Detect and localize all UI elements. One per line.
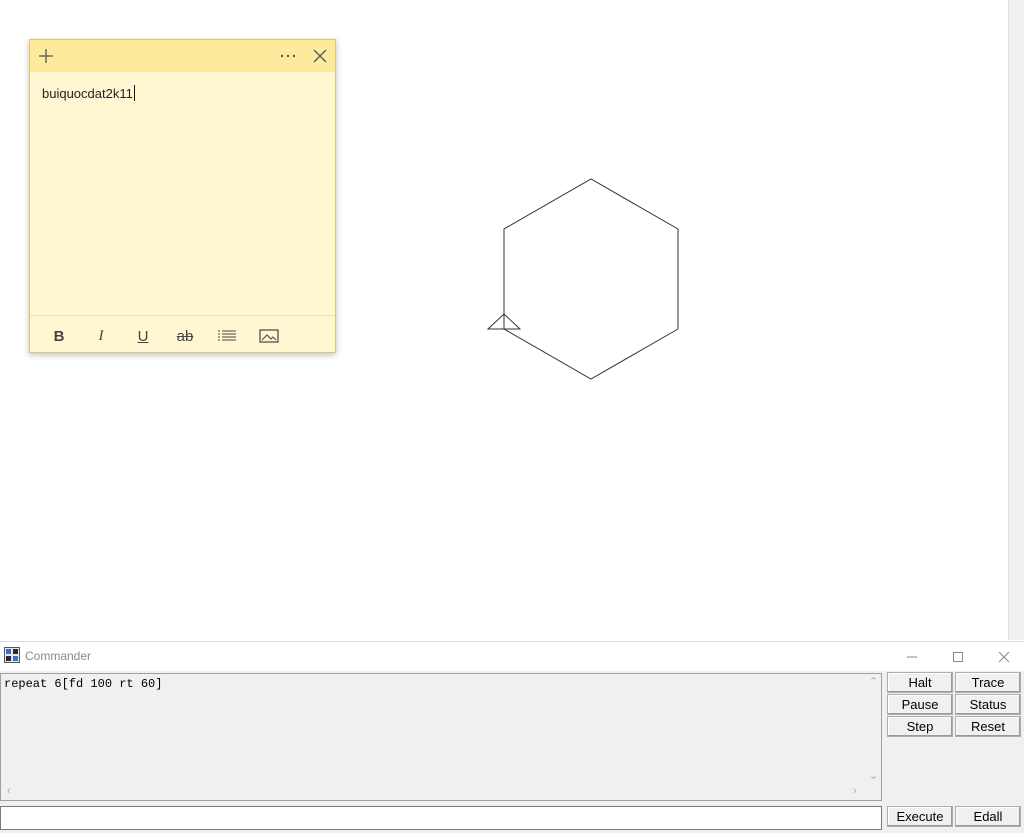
bullet-list-icon[interactable]	[206, 324, 248, 348]
command-history[interactable]: repeat 6[fd 100 rt 60] ⌃ ⌄ ‹ ›	[0, 673, 882, 801]
reset-button[interactable]: Reset	[955, 716, 1021, 737]
commander-title: Commander	[25, 649, 92, 663]
maximize-icon[interactable]	[936, 642, 980, 671]
strikethrough-icon[interactable]: ab	[164, 324, 206, 348]
pause-button[interactable]: Pause	[887, 694, 953, 715]
edall-button[interactable]: Edall	[955, 806, 1021, 827]
halt-button[interactable]: Halt	[887, 672, 953, 693]
plus-icon[interactable]	[36, 44, 56, 68]
hexagon-shape	[503, 178, 679, 380]
scroll-left-icon[interactable]: ‹	[7, 785, 11, 797]
sticky-note-header[interactable]	[30, 40, 335, 72]
sticky-note-content: buiquocdat2k11	[42, 86, 133, 101]
text-caret	[133, 85, 135, 101]
status-button[interactable]: Status	[955, 694, 1021, 715]
history-text: repeat 6[fd 100 rt 60]	[4, 677, 163, 691]
trace-button[interactable]: Trace	[955, 672, 1021, 693]
ellipsis-icon[interactable]	[278, 44, 298, 68]
commander-titlebar[interactable]: Commander	[0, 642, 1024, 671]
history-vertical-scrollbar[interactable]: ⌃ ⌄	[865, 675, 881, 785]
commander-window: Commander repeat 6[fd 100 rt 60] ⌃ ⌄ ‹ ›…	[0, 641, 1024, 833]
command-input[interactable]	[0, 806, 882, 830]
canvas-vertical-scrollbar[interactable]	[1008, 0, 1024, 640]
underline-icon[interactable]: U	[122, 324, 164, 348]
minimize-icon[interactable]	[890, 642, 934, 671]
step-button[interactable]: Step	[887, 716, 953, 737]
history-horizontal-scrollbar[interactable]: ‹ ›	[2, 785, 865, 800]
scroll-down-icon[interactable]: ⌄	[869, 769, 878, 782]
bold-icon[interactable]: B	[38, 324, 80, 348]
execute-button[interactable]: Execute	[887, 806, 953, 827]
logo-app-icon	[4, 647, 20, 663]
image-icon[interactable]	[248, 324, 290, 348]
sticky-note: buiquocdat2k11 B I U ab	[29, 39, 336, 353]
italic-icon[interactable]: I	[80, 324, 122, 348]
close-icon[interactable]	[310, 44, 330, 68]
sticky-format-toolbar: B I U ab	[38, 322, 290, 350]
scroll-right-icon[interactable]: ›	[853, 785, 857, 797]
close-icon[interactable]	[982, 642, 1024, 671]
scroll-up-icon[interactable]: ⌃	[869, 675, 878, 688]
sticky-note-text[interactable]: buiquocdat2k11	[42, 85, 135, 101]
sticky-toolbar-divider	[30, 315, 335, 316]
